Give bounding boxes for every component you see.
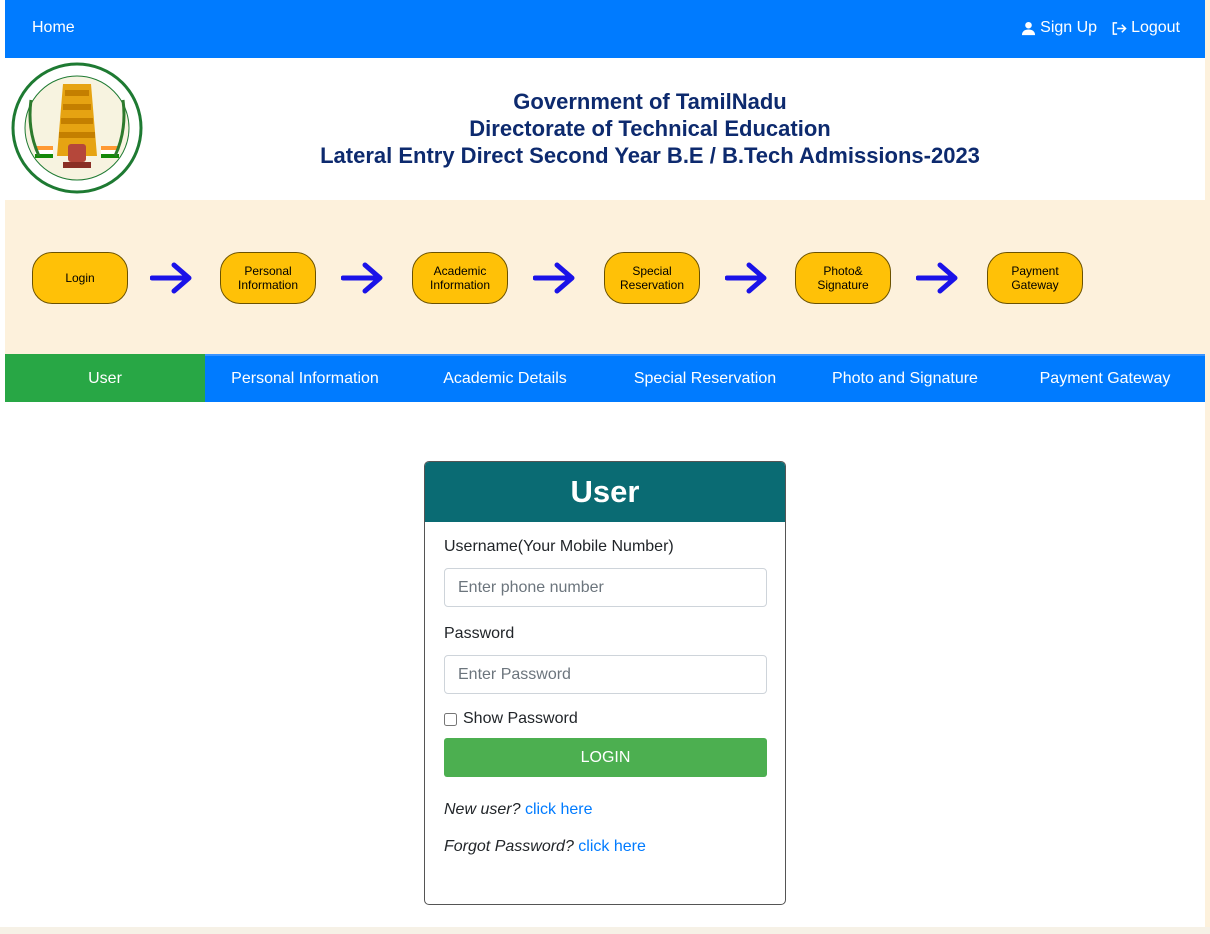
page-bottom-strip xyxy=(0,927,1210,934)
signup-link[interactable]: Sign Up xyxy=(1021,19,1097,37)
login-button[interactable]: LOGIN xyxy=(444,738,767,777)
tab-academic-details[interactable]: Academic Details xyxy=(405,354,605,402)
top-navbar: Home Sign Up Logout xyxy=(5,0,1205,58)
step-label: Login xyxy=(65,271,95,285)
step-personal-information[interactable]: Personal Information xyxy=(220,252,316,304)
step-payment-gateway[interactable]: Payment Gateway xyxy=(987,252,1083,304)
step-label: Academic Information xyxy=(430,264,490,292)
admission-step-flow: Login Personal Information Academic Info… xyxy=(5,200,1205,354)
step-label-line1: Special xyxy=(632,264,672,278)
right-arrow-icon xyxy=(916,262,958,294)
username-input[interactable] xyxy=(444,568,767,607)
right-arrow-icon xyxy=(533,262,575,294)
forgot-password-text: Forgot Password? xyxy=(444,838,574,855)
logout-label: Logout xyxy=(1131,19,1180,36)
login-form: Username(Your Mobile Number) Password Sh… xyxy=(425,522,785,856)
step-label-line1: Payment xyxy=(1011,264,1059,278)
step-login[interactable]: Login xyxy=(32,252,128,304)
tab-personal-information[interactable]: Personal Information xyxy=(205,354,405,402)
step-academic-information[interactable]: Academic Information xyxy=(412,252,508,304)
login-card: User Username(Your Mobile Number) Passwo… xyxy=(424,461,786,905)
step-label-line2: Gateway xyxy=(1011,278,1059,292)
page-header: Government of TamilNadu Directorate of T… xyxy=(5,58,1205,200)
tab-payment-gateway[interactable]: Payment Gateway xyxy=(1005,354,1205,402)
tamilnadu-emblem-logo xyxy=(11,62,143,194)
user-icon xyxy=(1022,21,1036,35)
forgot-password-line: Forgot Password? click here xyxy=(444,838,766,856)
right-arrow-icon xyxy=(150,262,192,294)
home-link[interactable]: Home xyxy=(32,19,75,37)
logout-link[interactable]: Logout xyxy=(1111,19,1180,37)
new-user-link[interactable]: click here xyxy=(525,801,593,818)
step-tabs: User Personal Information Academic Detai… xyxy=(5,354,1205,402)
step-label-line2: Information xyxy=(237,278,299,292)
header-title-line3: Lateral Entry Direct Second Year B.E / B… xyxy=(320,143,980,168)
step-label: Photo& Signature xyxy=(817,264,868,292)
step-label: Special Reservation xyxy=(620,264,684,292)
right-arrow-icon xyxy=(725,262,767,294)
new-user-text: New user? xyxy=(444,801,521,818)
login-card-title: User xyxy=(425,462,785,522)
username-label: Username(Your Mobile Number) xyxy=(444,538,674,555)
show-password-row: Show Password xyxy=(444,710,766,728)
show-password-checkbox[interactable] xyxy=(444,712,457,726)
new-user-line: New user? click here xyxy=(444,801,766,819)
logout-icon xyxy=(1112,21,1127,35)
tab-special-reservation[interactable]: Special Reservation xyxy=(605,354,805,402)
step-label-line2: Reservation xyxy=(619,278,685,292)
step-label-line2: Information xyxy=(429,278,491,292)
right-arrow-icon xyxy=(341,262,383,294)
navbar-right: Sign Up Logout xyxy=(1021,19,1180,37)
step-special-reservation[interactable]: Special Reservation xyxy=(604,252,700,304)
step-label-line2: Signature xyxy=(817,278,869,292)
step-label: Personal Information xyxy=(238,264,298,292)
tab-photo-and-signature[interactable]: Photo and Signature xyxy=(805,354,1005,402)
tab-user[interactable]: User xyxy=(5,354,205,402)
header-title-line1: Government of TamilNadu xyxy=(513,89,787,114)
forgot-password-link[interactable]: click here xyxy=(578,838,646,855)
password-input[interactable] xyxy=(444,655,767,694)
password-label: Password xyxy=(444,625,515,642)
header-title-line2: Directorate of Technical Education xyxy=(469,116,831,141)
step-label-line1: Academic xyxy=(433,264,487,278)
step-label-line1: Photo& xyxy=(823,264,863,278)
signup-label: Sign Up xyxy=(1040,19,1098,36)
step-photo-signature[interactable]: Photo& Signature xyxy=(795,252,891,304)
step-label: Payment Gateway xyxy=(1011,264,1058,292)
header-titles: Government of TamilNadu Directorate of T… xyxy=(155,88,1145,169)
page-edge-strip xyxy=(1205,0,1210,934)
step-label-line1: Personal xyxy=(244,264,292,278)
show-password-label: Show Password xyxy=(463,710,578,727)
